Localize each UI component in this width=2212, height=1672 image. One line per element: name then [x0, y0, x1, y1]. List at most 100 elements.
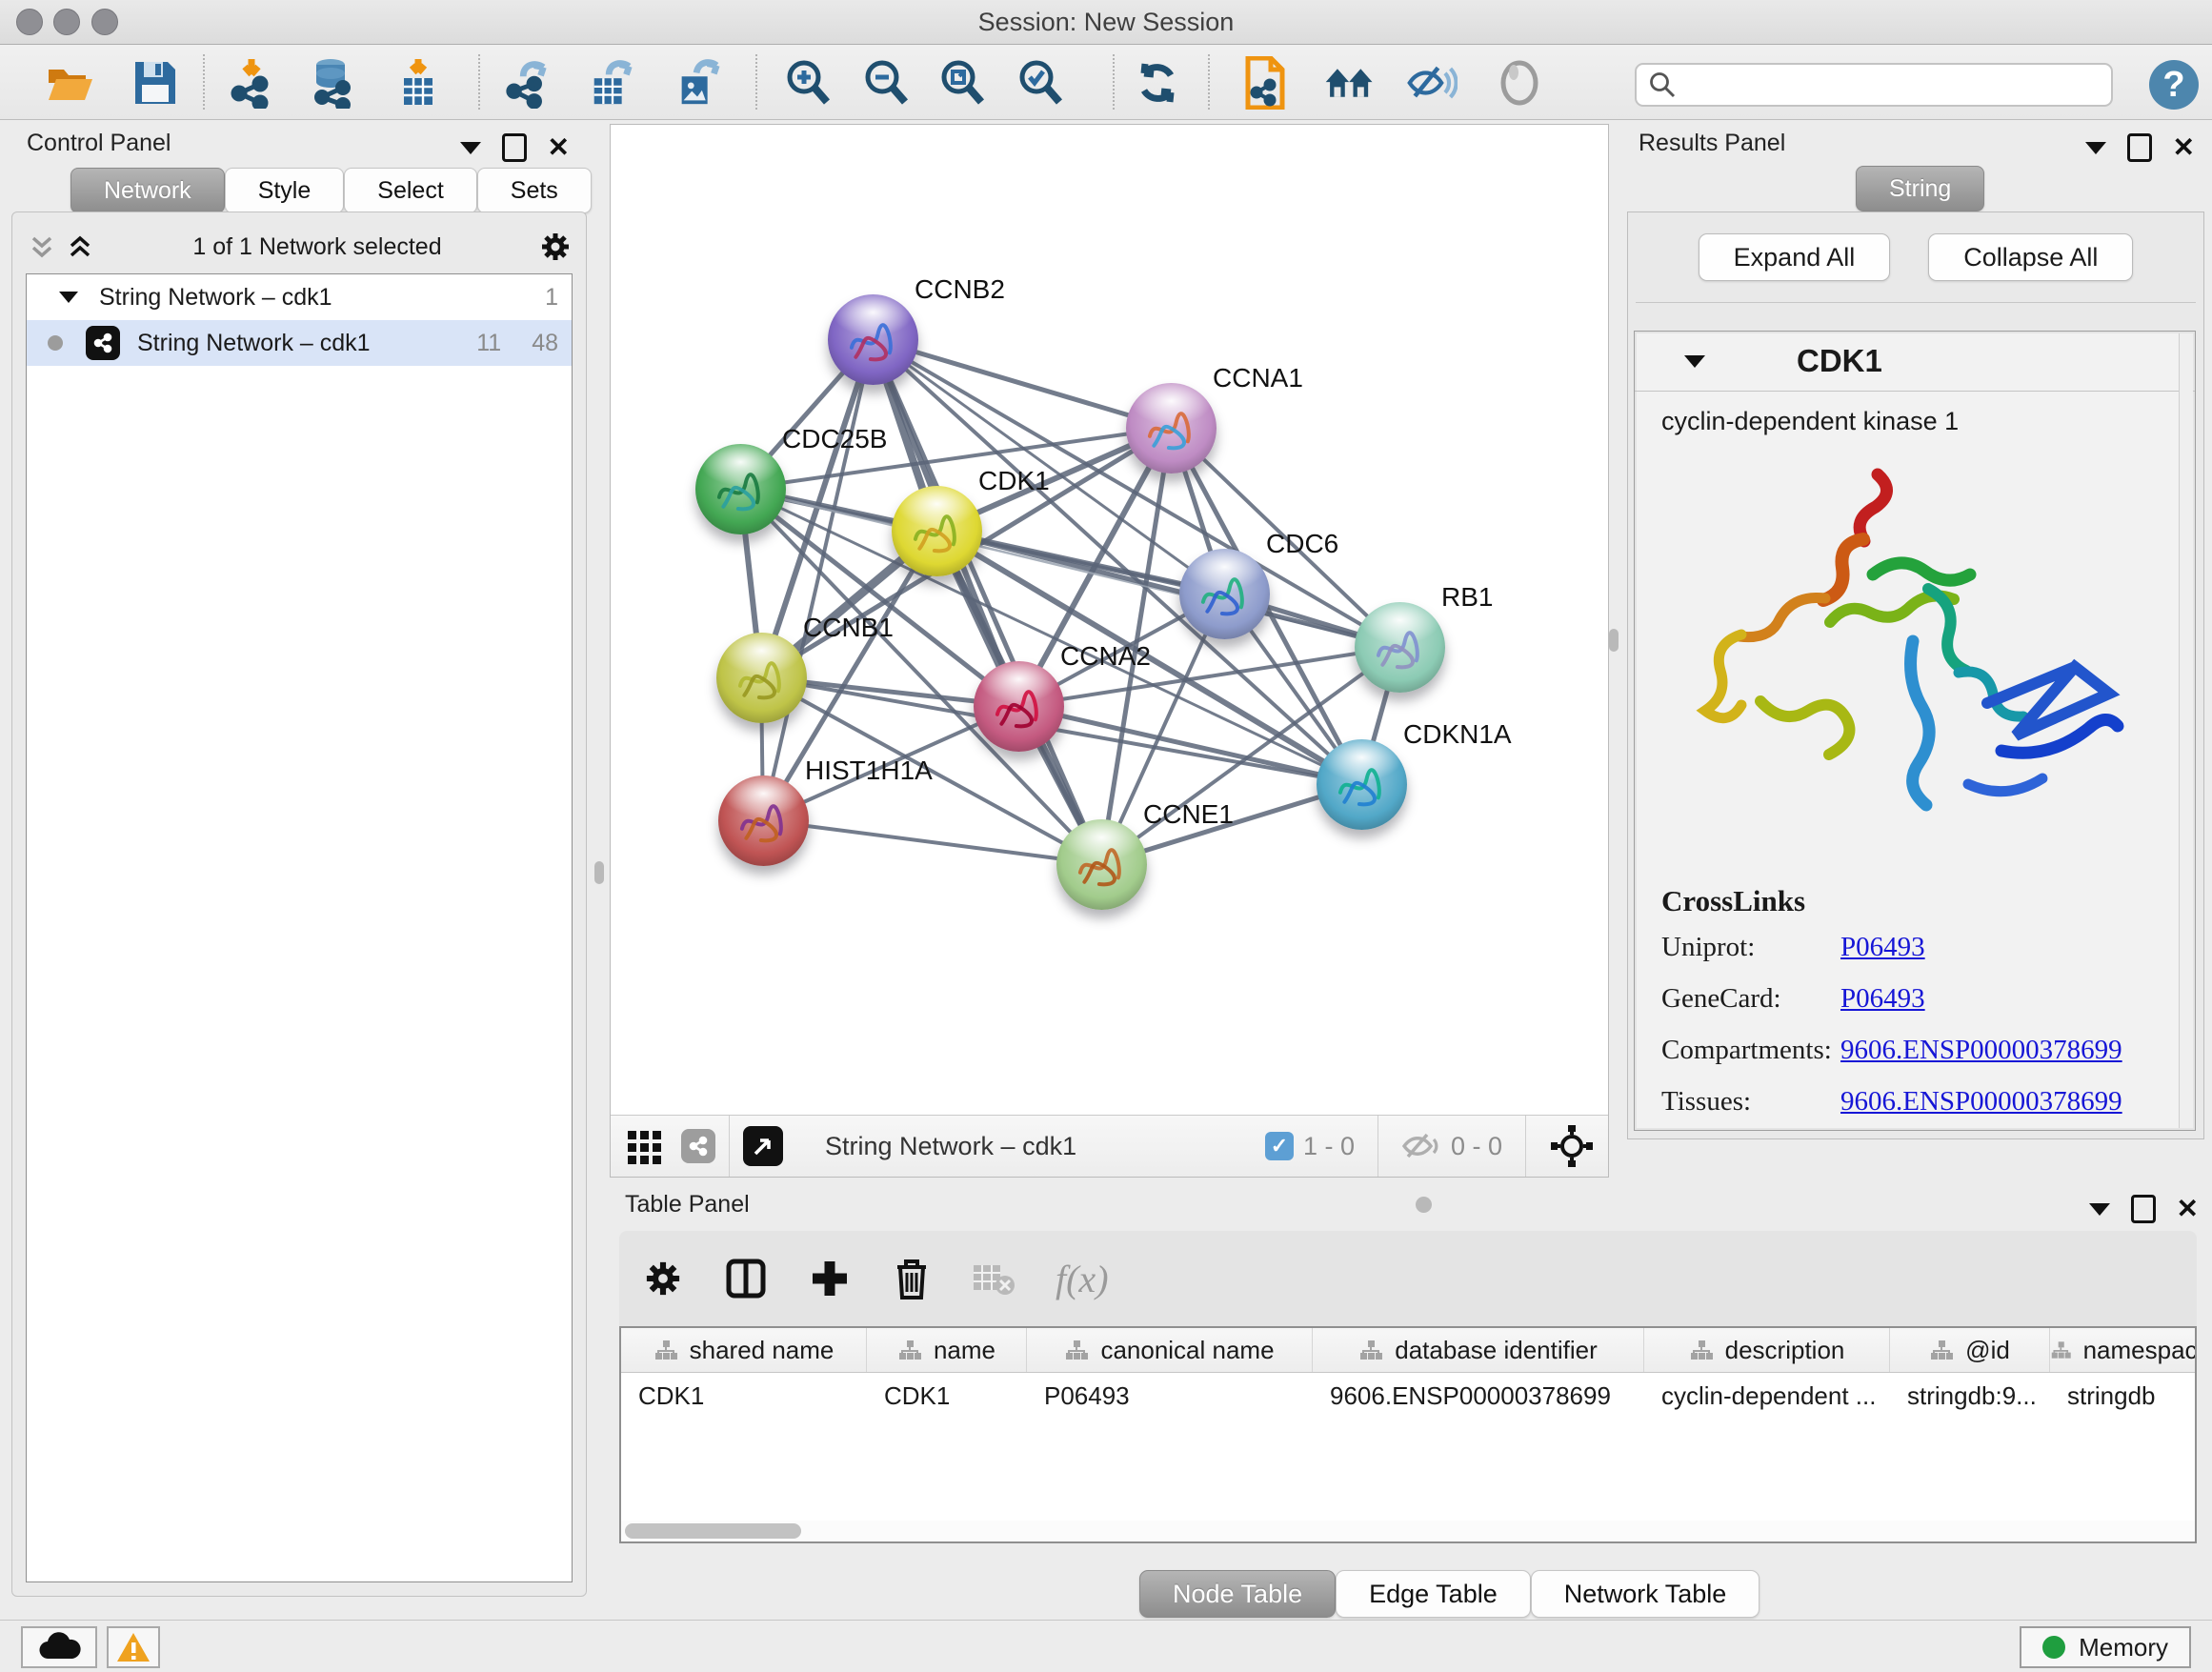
expand-all-icon[interactable] [64, 232, 96, 261]
collapse-all-button[interactable]: Collapse All [1928, 233, 2133, 281]
panel-menu-icon[interactable] [2085, 142, 2106, 154]
column-header-name[interactable]: name [867, 1328, 1027, 1372]
network-mode-icon[interactable] [681, 1129, 715, 1163]
crosslink-uniprot-link[interactable]: P06493 [1840, 932, 1925, 963]
table-cell[interactable]: CDK1 [621, 1373, 867, 1419]
column-header--id[interactable]: @id [1890, 1328, 2050, 1372]
table-cell[interactable]: stringdb:9... [1890, 1373, 2050, 1419]
vertical-splitter-handle[interactable] [594, 861, 604, 884]
export-image-button[interactable] [673, 57, 724, 109]
help-button[interactable]: ? [2149, 60, 2199, 110]
birdseye-view-icon[interactable] [743, 1126, 783, 1166]
search-input[interactable] [1677, 71, 2090, 99]
tab-select[interactable]: Select [344, 168, 476, 213]
show-graphics-details-button[interactable] [1494, 57, 1545, 109]
grid-mode-icon[interactable] [626, 1127, 664, 1165]
network-node-CDC25B[interactable] [695, 444, 786, 534]
table-hscrollbar[interactable] [621, 1521, 2195, 1541]
float-panel-icon[interactable] [502, 133, 527, 162]
network-canvas[interactable]: CCNB2CCNA1CDC25BCDK1CDC6RB1CCNB1CCNA2CDK… [611, 125, 1608, 1116]
cloud-status-button[interactable] [21, 1626, 97, 1668]
tab-node-table[interactable]: Node Table [1139, 1570, 1336, 1618]
scrollbar-thumb[interactable] [625, 1523, 801, 1539]
collapse-triangle-icon[interactable] [59, 292, 78, 303]
table-cell[interactable]: 9606.ENSP00000378699 [1313, 1373, 1644, 1419]
table-settings-gear-icon[interactable] [642, 1258, 684, 1299]
network-node-CCNA1[interactable] [1126, 383, 1217, 473]
selected-checkbox-icon[interactable]: ✓ [1265, 1132, 1294, 1160]
results-scrollbar[interactable] [2179, 333, 2193, 1128]
tab-sets[interactable]: Sets [477, 168, 592, 213]
crosslink-tissues-link[interactable]: 9606.ENSP00000378699 [1840, 1086, 2122, 1118]
save-session-button[interactable] [130, 57, 181, 109]
string-document-icon [1240, 56, 1292, 110]
network-node-CDC6[interactable] [1179, 549, 1270, 639]
delete-trash-icon[interactable] [892, 1256, 932, 1301]
network-edge-CCNB2-CCNA1[interactable] [873, 339, 1171, 428]
crosslink-compartments-link[interactable]: 9606.ENSP00000378699 [1840, 1035, 2122, 1066]
entry-collapse-icon[interactable] [1684, 355, 1705, 368]
toolbar-separator [729, 1116, 730, 1177]
table-row[interactable]: CDK1CDK1P064939606.ENSP00000378699cyclin… [621, 1373, 2195, 1419]
network-node-CCNE1[interactable] [1056, 819, 1147, 910]
column-header-namespace[interactable]: namespace [2050, 1328, 2197, 1372]
close-panel-icon[interactable]: ✕ [548, 134, 570, 161]
table-cell[interactable]: CDK1 [867, 1373, 1027, 1419]
crosslink-genecard-link[interactable]: P06493 [1840, 983, 1925, 1015]
column-header-description[interactable]: description [1644, 1328, 1890, 1372]
network-collection-row[interactable]: String Network – cdk1 1 [27, 274, 572, 320]
import-network-file-button[interactable] [226, 57, 277, 109]
hide-unhide-button[interactable] [1406, 57, 1458, 109]
network-node-CDK1[interactable] [892, 486, 982, 576]
import-network-database-button[interactable] [307, 57, 358, 109]
gear-icon[interactable] [538, 230, 573, 264]
zoom-fit-button[interactable] [936, 57, 988, 109]
zoom-out-button[interactable] [860, 57, 912, 109]
tab-style[interactable]: Style [225, 168, 345, 213]
collapse-all-icon[interactable] [26, 232, 58, 261]
crosslink-row: Compartments: 9606.ENSP00000378699 [1661, 1035, 2166, 1066]
column-header-database-identifier[interactable]: database identifier [1313, 1328, 1644, 1372]
float-panel-icon[interactable] [2127, 133, 2152, 162]
panel-menu-icon[interactable] [2089, 1203, 2110, 1216]
export-table-button[interactable] [587, 57, 638, 109]
add-column-plus-icon[interactable] [808, 1257, 852, 1300]
close-panel-icon[interactable]: ✕ [2173, 134, 2195, 161]
refresh-button[interactable] [1132, 57, 1183, 109]
close-panel-icon[interactable]: ✕ [2177, 1196, 2199, 1222]
network-edge-CCNA2-CDKN1A[interactable] [1018, 706, 1361, 784]
column-header-shared-name[interactable]: shared name [621, 1328, 867, 1372]
memory-button[interactable]: Memory [2020, 1626, 2191, 1668]
column-header-canonical-name[interactable]: canonical name [1027, 1328, 1313, 1372]
expand-all-button[interactable]: Expand All [1699, 233, 1891, 281]
import-table-button[interactable] [392, 57, 444, 109]
network-node-RB1[interactable] [1355, 602, 1445, 693]
table-cell[interactable]: P06493 [1027, 1373, 1313, 1419]
open-session-button[interactable] [44, 57, 95, 109]
tab-network-table[interactable]: Network Table [1531, 1570, 1760, 1618]
table-cell[interactable]: stringdb [2050, 1373, 2197, 1419]
float-panel-icon[interactable] [2131, 1195, 2156, 1223]
network-node-CCNB2[interactable] [828, 294, 918, 385]
network-node-HIST1H1A[interactable] [718, 776, 809, 866]
network-row[interactable]: String Network – cdk1 11 48 [27, 320, 572, 366]
network-edge-HIST1H1A-CCNE1[interactable] [763, 820, 1101, 864]
export-network-button[interactable] [503, 57, 554, 109]
fit-content-crosshair-icon[interactable] [1549, 1123, 1595, 1169]
warning-status-button[interactable] [107, 1626, 160, 1668]
vertical-splitter-handle[interactable] [1609, 629, 1619, 652]
network-view: CCNB2CCNA1CDC25BCDK1CDC6RB1CCNB1CCNA2CDK… [610, 124, 1609, 1178]
show-columns-icon[interactable] [724, 1257, 768, 1300]
panel-menu-icon[interactable] [460, 142, 481, 154]
string-import-button[interactable] [1240, 57, 1292, 109]
network-node-CCNB1[interactable] [716, 633, 807, 723]
zoom-selected-button[interactable] [1015, 57, 1066, 109]
tab-string[interactable]: String [1856, 166, 1984, 212]
network-node-CDKN1A[interactable] [1317, 739, 1407, 830]
tab-network[interactable]: Network [70, 168, 225, 213]
tab-edge-table[interactable]: Edge Table [1336, 1570, 1531, 1618]
zoom-in-button[interactable] [782, 57, 834, 109]
network-node-CCNA2[interactable] [974, 661, 1064, 752]
table-cell[interactable]: cyclin-dependent ... [1644, 1373, 1890, 1419]
string-home-button[interactable] [1324, 57, 1376, 109]
